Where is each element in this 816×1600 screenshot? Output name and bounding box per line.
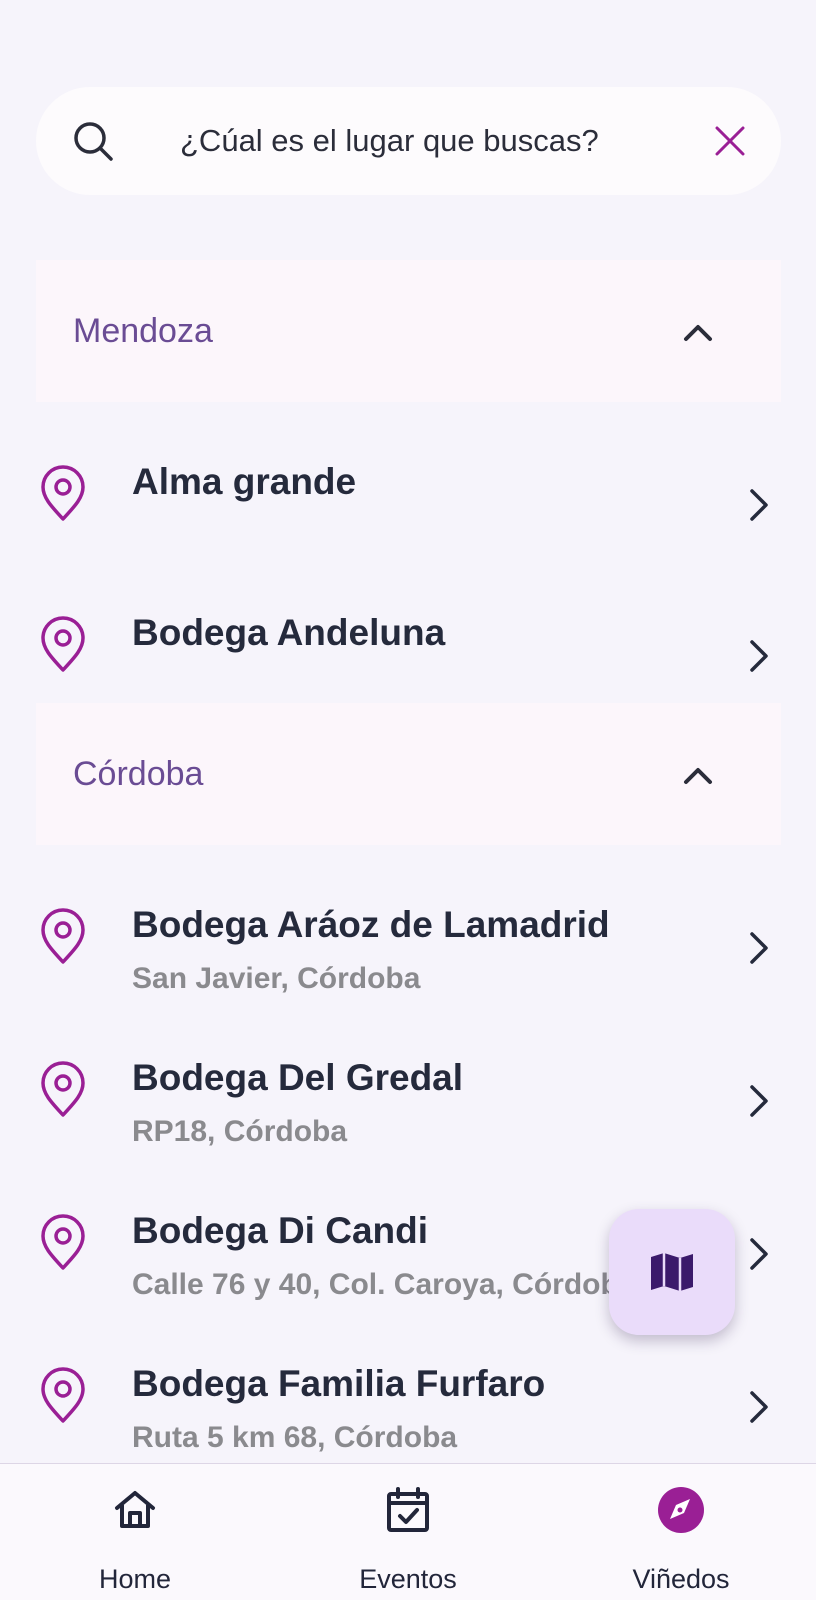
chevron-right-icon xyxy=(750,1391,768,1423)
list-item[interactable]: Bodega Del Gredal RP18, Córdoba xyxy=(0,1051,816,1201)
section-header-cordoba[interactable]: Córdoba xyxy=(36,703,781,845)
map-pin-icon xyxy=(41,1214,85,1270)
map-icon xyxy=(651,1253,693,1291)
place-location: RP18, Córdoba xyxy=(132,1115,348,1148)
section-header-mendoza[interactable]: Mendoza xyxy=(36,260,781,402)
list-item[interactable]: Bodega Aráoz de Lamadrid San Javier, Cór… xyxy=(0,898,816,1048)
place-name: Alma grande xyxy=(132,461,357,502)
close-icon[interactable] xyxy=(707,118,753,164)
map-pin-icon xyxy=(41,1367,85,1423)
place-name: Bodega Del Gredal xyxy=(132,1057,464,1098)
nav-eventos[interactable]: Eventos xyxy=(308,1464,508,1600)
place-name: Bodega Andeluna xyxy=(132,612,446,653)
place-name: Bodega Di Candi xyxy=(132,1210,429,1251)
chevron-right-icon xyxy=(750,489,768,521)
map-pin-icon xyxy=(41,1061,85,1117)
chevron-right-icon xyxy=(750,640,768,672)
map-pin-icon xyxy=(41,616,85,672)
nav-label: Home xyxy=(98,1564,172,1594)
place-location: Calle 76 y 40, Col. Caroya, Córdoba xyxy=(132,1268,636,1301)
nav-label: Eventos xyxy=(359,1564,457,1594)
chevron-right-icon xyxy=(750,932,768,964)
list-item[interactable]: Alma grande xyxy=(0,455,816,605)
search-input[interactable]: ¿Cúal es el lugar que buscas? xyxy=(180,87,599,195)
nav-label: Viñedos xyxy=(632,1564,730,1594)
place-location: Ruta 5 km 68, Córdoba xyxy=(132,1421,458,1454)
map-pin-icon xyxy=(41,465,85,521)
section-title: Córdoba xyxy=(73,755,204,793)
nav-home[interactable]: Home xyxy=(35,1464,235,1600)
list-item[interactable]: Bodega Familia Furfaro Ruta 5 km 68, Cór… xyxy=(0,1357,816,1463)
place-name: Bodega Aráoz de Lamadrid xyxy=(132,904,610,945)
compass-icon xyxy=(658,1487,704,1533)
chevron-right-icon xyxy=(750,1085,768,1117)
place-location: San Javier, Córdoba xyxy=(132,962,421,995)
search-bar[interactable]: ¿Cúal es el lugar que buscas? xyxy=(36,87,781,195)
chevron-up-icon[interactable] xyxy=(678,755,718,795)
nav-vinedos[interactable]: Viñedos xyxy=(581,1464,781,1600)
search-icon[interactable] xyxy=(70,118,116,164)
bottom-nav: Home Eventos Viñedos xyxy=(0,1463,816,1600)
map-view-button[interactable] xyxy=(609,1209,735,1335)
home-icon xyxy=(115,1491,155,1528)
place-name: Bodega Familia Furfaro xyxy=(132,1363,546,1404)
chevron-up-icon[interactable] xyxy=(678,312,718,352)
chevron-right-icon xyxy=(750,1238,768,1270)
section-title: Mendoza xyxy=(73,312,213,350)
map-pin-icon xyxy=(41,908,85,964)
calendar-check-icon xyxy=(387,1487,429,1532)
